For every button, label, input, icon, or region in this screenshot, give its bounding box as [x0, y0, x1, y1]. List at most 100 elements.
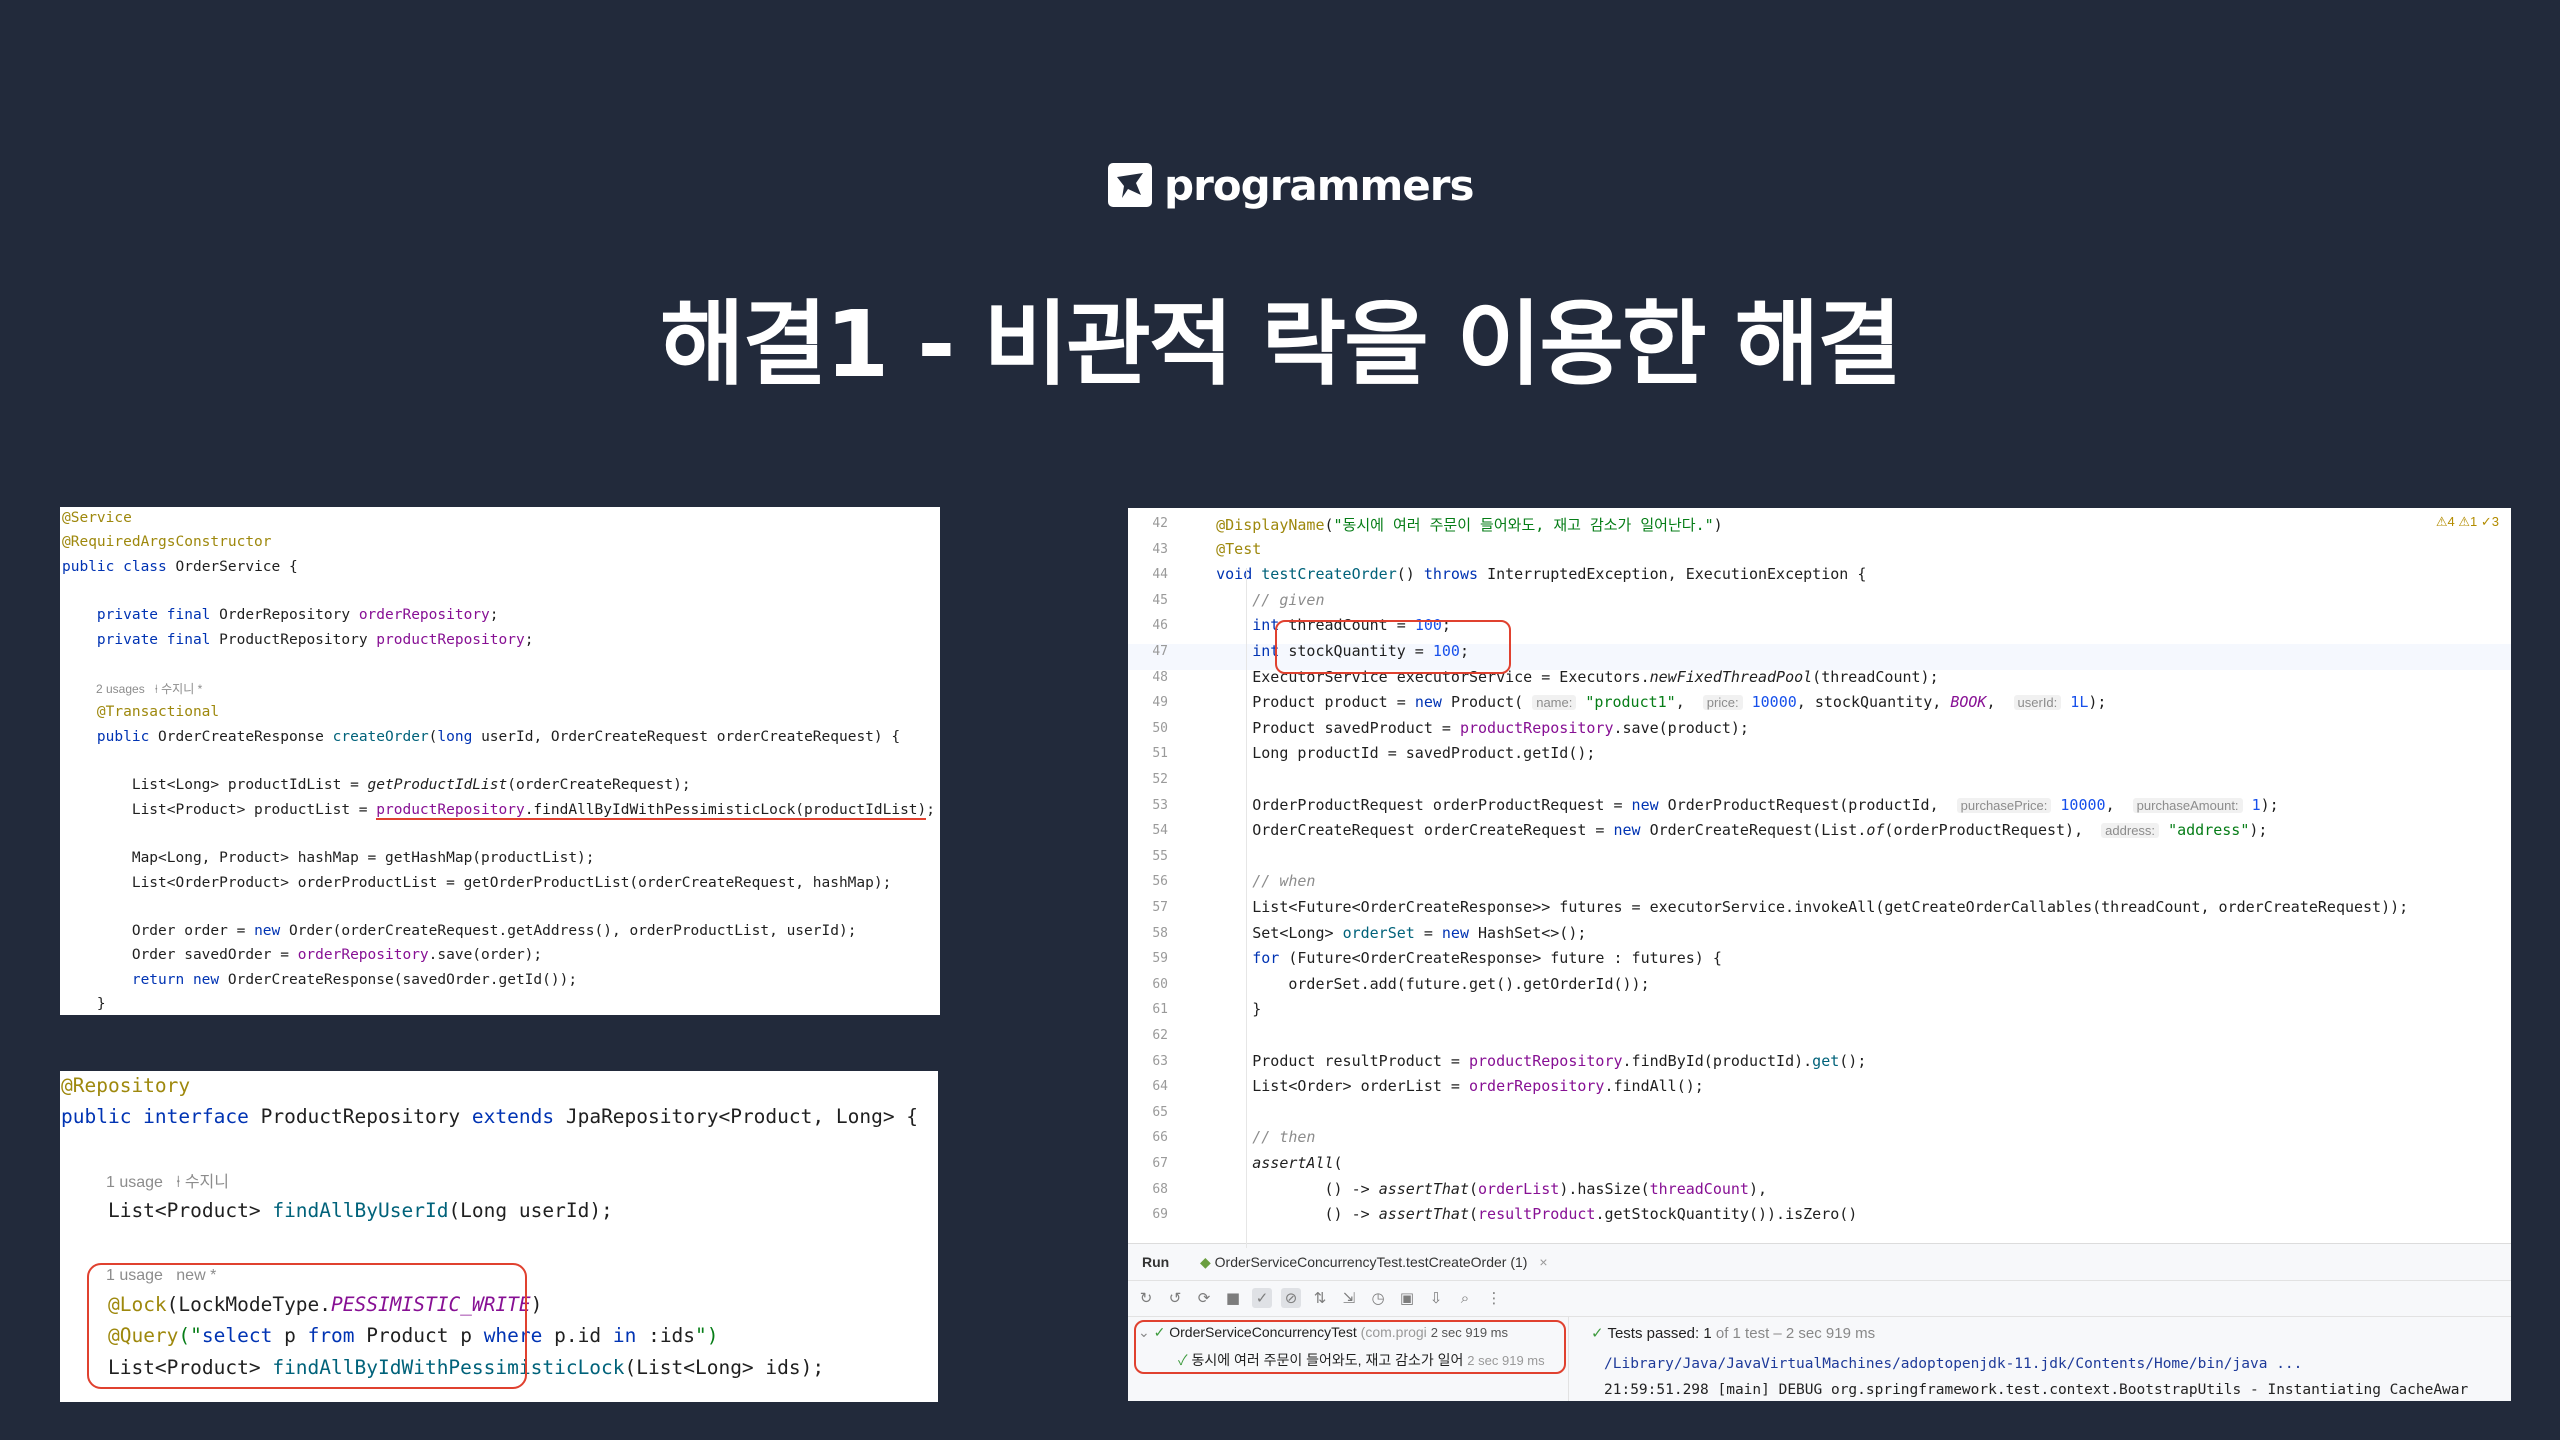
- line-number: 52: [1152, 772, 1168, 787]
- indent-guide: [1246, 568, 1247, 1248]
- code-token: BOOK: [1950, 693, 1987, 712]
- code-token: () ->: [1180, 1179, 1379, 1198]
- line-number: 61: [1152, 1002, 1168, 1018]
- code-token: "동시에 여러 주문이 들어와도, 재고 감소가 일어난다.": [1333, 516, 1714, 534]
- code-token: // given: [1252, 590, 1325, 609]
- programmers-logo-icon: [1108, 163, 1152, 207]
- run-config-tab[interactable]: ◆ OrderServiceConcurrencyTest.testCreate…: [1200, 1254, 1548, 1271]
- code-token: ).hasSize(: [1559, 1179, 1650, 1198]
- code-token: =: [1414, 923, 1442, 942]
- code-token: assertThat: [1378, 1205, 1469, 1224]
- code-token: 1: [2242, 795, 2261, 814]
- code-token: Product(: [1450, 693, 1533, 712]
- code-token: :ids: [648, 1324, 696, 1348]
- code-token: for: [1252, 949, 1289, 968]
- line-number: 51: [1152, 746, 1168, 762]
- sort-duration-icon[interactable]: ⇲: [1339, 1288, 1359, 1308]
- code-token: private final: [96, 607, 220, 624]
- test-result-highlight: [1134, 1320, 1566, 1374]
- code-line: public interface ProductRepository exten…: [61, 1105, 918, 1128]
- code-token: @RequiredArgsConstructor: [62, 534, 272, 551]
- export-icon[interactable]: ▣: [1397, 1288, 1417, 1308]
- show-ignored-icon[interactable]: ⊘: [1281, 1288, 1301, 1308]
- toggle-auto-test-icon[interactable]: ⟳: [1194, 1288, 1214, 1308]
- code-token: );: [2260, 795, 2279, 814]
- usage-hint[interactable]: 1 usage ⍿ 수지니: [61, 1174, 229, 1191]
- run-config-label: OrderServiceConcurrencyTest.testCreateOr…: [1214, 1254, 1528, 1270]
- line-number: 54: [1152, 823, 1168, 839]
- code-token: of: [1866, 821, 1885, 840]
- stop-icon[interactable]: ■: [1223, 1288, 1243, 1308]
- code-line: List<OrderProduct> orderProductList = ge…: [62, 875, 892, 891]
- more-options-icon[interactable]: ⋮: [1484, 1288, 1504, 1308]
- code-line: public OrderCreateResponse createOrder(l…: [62, 729, 900, 745]
- code-token: public class: [62, 558, 176, 575]
- code-line: 49 Product product = new Product( name: …: [1152, 693, 2106, 712]
- code-token: resultProduct: [1478, 1205, 1596, 1224]
- code-line: @RequiredArgsConstructor: [62, 534, 272, 550]
- line-number: 69: [1152, 1207, 1168, 1223]
- line-number: 62: [1152, 1028, 1168, 1043]
- code-token: OrderService {: [175, 558, 298, 575]
- code-token: newFixedThreadPool: [1649, 667, 1813, 686]
- code-line: List<Long> productIdList = getProductIdL…: [62, 777, 691, 793]
- code-token: "product1": [1576, 693, 1676, 712]
- order-service-code-panel: @Service @RequiredArgsConstructor public c…: [60, 507, 940, 1015]
- search-icon[interactable]: ⌕: [1455, 1288, 1475, 1308]
- line-number: 67: [1152, 1156, 1168, 1171]
- line-number: 60: [1152, 976, 1168, 992]
- code-line: 2 usages ⍿ 수지니 *: [62, 680, 202, 697]
- code-token: orderRepository: [297, 947, 429, 964]
- code-token: ),: [1748, 1179, 1768, 1198]
- close-tab-icon[interactable]: ×: [1539, 1254, 1547, 1270]
- code-token: Order order =: [62, 923, 255, 940]
- rerun-failed-icon[interactable]: ↺: [1165, 1288, 1185, 1308]
- code-token: (: [1469, 1179, 1479, 1198]
- product-repository-code-panel: @Repository public interface ProductRepos…: [60, 1071, 938, 1402]
- sort-alpha-icon[interactable]: ⇅: [1310, 1288, 1330, 1308]
- line-number: 46: [1152, 618, 1168, 634]
- line-number: 64: [1152, 1079, 1168, 1095]
- run-tab[interactable]: Run: [1142, 1254, 1169, 1270]
- line-number: 57: [1152, 900, 1168, 915]
- pessimistic-lock-highlight: [87, 1263, 527, 1389]
- code-token: }: [1180, 1000, 1262, 1019]
- show-passed-icon[interactable]: ✓: [1252, 1288, 1272, 1308]
- test-status: ✓ Tests passed: 1 of 1 test – 2 sec 919 …: [1591, 1324, 1875, 1342]
- console-line: 21:59:51.298 [main] DEBUG org.springfram…: [1604, 1382, 2469, 1398]
- code-token: new: [1631, 795, 1668, 814]
- code-token: OrderRepository: [219, 607, 359, 624]
- code-token: , stockQuantity,: [1796, 693, 1951, 712]
- usage-hint[interactable]: 2 usages ⍿ 수지니 *: [62, 682, 202, 696]
- inspection-widget[interactable]: ⚠4 ⚠1 ✓3: [2436, 514, 2499, 530]
- code-token: Map<Long, Product> hashMap = getHashMap(…: [62, 850, 595, 867]
- parameter-hint: address:: [2101, 823, 2160, 839]
- code-token: new: [1441, 923, 1479, 942]
- code-line: 68 () -> assertThat(orderList).hasSize(t…: [1152, 1179, 1768, 1198]
- code-token: productRepository: [376, 631, 525, 648]
- code-token: List<Product> productList =: [62, 801, 377, 818]
- history-icon[interactable]: ◷: [1368, 1288, 1388, 1308]
- code-token: orderRepository: [358, 607, 490, 624]
- code-token: new: [254, 923, 289, 940]
- code-line: 43 @Test: [1152, 539, 1262, 558]
- code-token: }: [62, 996, 106, 1012]
- test-status-label: Tests passed: 1: [1607, 1325, 1712, 1342]
- code-token: ,: [1675, 693, 1703, 712]
- code-token: @Test: [1216, 539, 1262, 558]
- logo-text: programmers: [1164, 160, 1474, 210]
- test-status-detail: of 1 test – 2 sec 919 ms: [1715, 1325, 1876, 1342]
- rerun-icon[interactable]: ↻: [1136, 1288, 1156, 1308]
- code-token: Order savedOrder =: [62, 947, 298, 964]
- line-number: 44: [1152, 567, 1168, 583]
- parameter-hint: price:: [1702, 695, 1743, 711]
- code-token: return new: [131, 971, 228, 988]
- code-token: get: [1812, 1051, 1840, 1070]
- code-token: extends: [471, 1105, 566, 1129]
- import-icon[interactable]: ⇩: [1426, 1288, 1446, 1308]
